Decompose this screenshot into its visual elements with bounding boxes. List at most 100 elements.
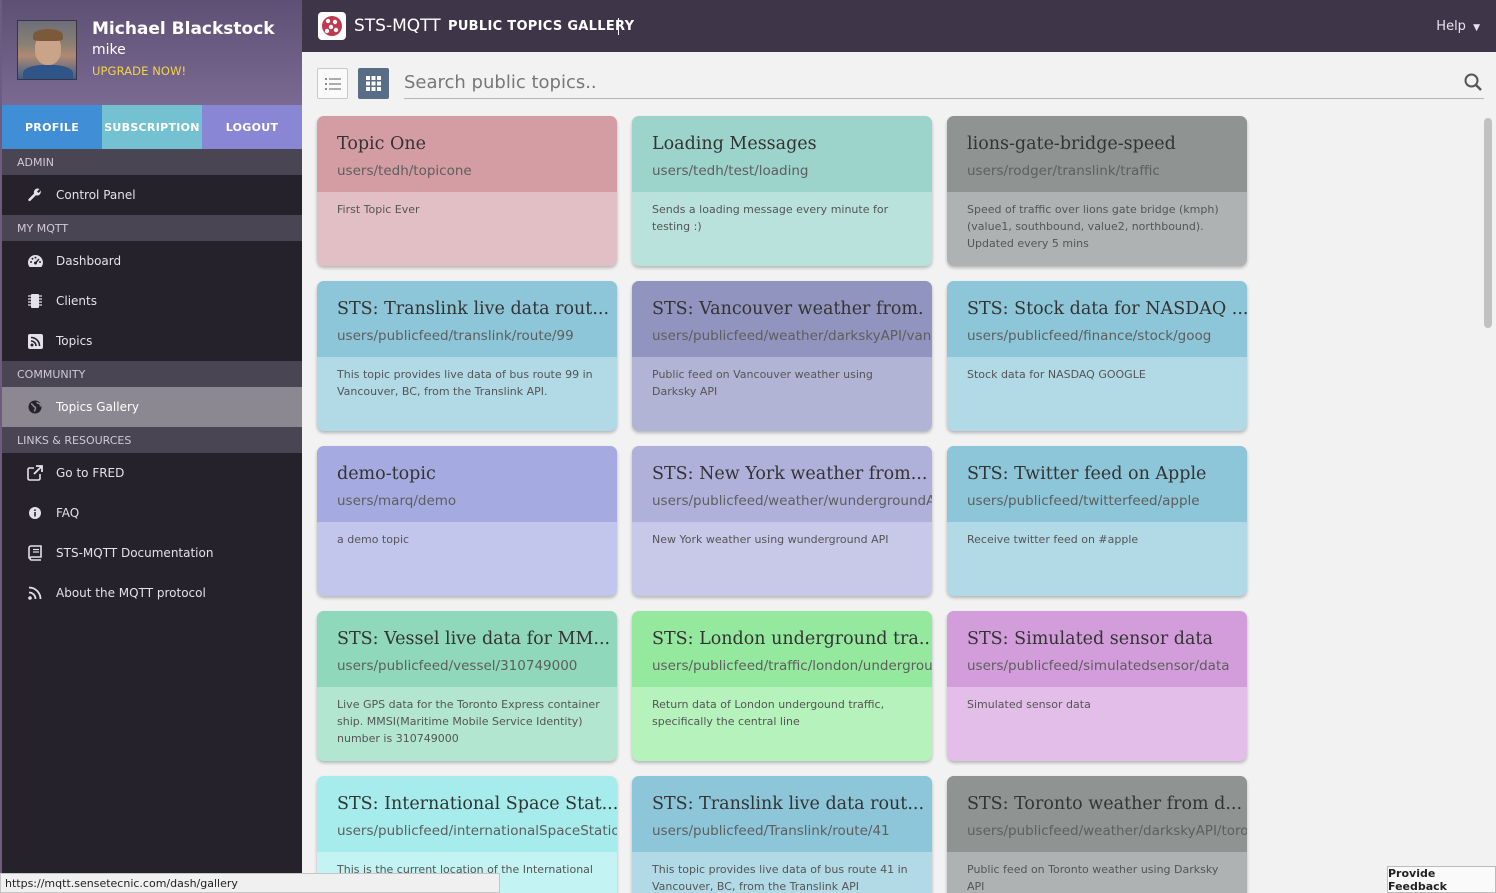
- search-input[interactable]: [404, 66, 1444, 98]
- topic-title: STS: Simulated sensor data: [967, 629, 1213, 649]
- topic-title: STS: Stock data for NASDAQ ...: [967, 299, 1247, 319]
- sidebar-item-label: Control Panel: [56, 188, 136, 202]
- page-title: PUBLIC TOPICS GALLERY: [448, 19, 635, 34]
- user-login: mike: [92, 42, 126, 58]
- topic-card-header: Loading Messages users/tedh/test/loading: [632, 116, 932, 192]
- chip-icon: [26, 292, 44, 310]
- list-view-button[interactable]: [317, 68, 348, 99]
- info-icon: [26, 504, 44, 522]
- provide-feedback-button[interactable]: Provide Feedback: [1387, 866, 1496, 893]
- topic-card[interactable]: STS: Translink live data rout... users/pu…: [317, 281, 617, 431]
- logout-button[interactable]: LOGOUT: [202, 105, 302, 149]
- topic-path: users/publicfeed/weather/darkskyAPI/vanc…: [652, 328, 932, 344]
- topic-description: This topic provides live data of bus rou…: [337, 368, 593, 398]
- sidebar-item-faq[interactable]: FAQ: [2, 493, 302, 533]
- user-name: Michael Blackstock: [92, 19, 275, 39]
- topic-title: demo-topic: [337, 464, 436, 484]
- sidebar-item-dashboard[interactable]: Dashboard: [2, 241, 302, 281]
- topic-card-header: STS: Vancouver weather from. users/public…: [632, 281, 932, 357]
- topic-card-header: Topic One users/tedh/topicone: [317, 116, 617, 192]
- wrench-icon: [26, 186, 44, 204]
- scrollbar-thumb[interactable]: [1484, 118, 1492, 328]
- sidebar-item-label: Clients: [56, 294, 97, 308]
- topic-card-header: STS: New York weather from... users/publi…: [632, 446, 932, 522]
- sidebar-item-label: STS-MQTT Documentation: [56, 546, 214, 560]
- topic-card[interactable]: STS: Translink live data rout... users/pu…: [632, 776, 932, 893]
- topic-path: users/rodger/translink/traffic: [967, 163, 1160, 179]
- status-bar-url: https://mqtt.sensetecnic.com/dash/galler…: [0, 873, 500, 893]
- user-panel: Michael Blackstock mike UPGRADE NOW!: [2, 0, 302, 105]
- search-icon[interactable]: [1464, 73, 1482, 95]
- topic-path: users/marq/demo: [337, 493, 457, 509]
- topic-card-header: lions-gate-bridge-speed users/rodger/tran…: [947, 116, 1247, 192]
- profile-button[interactable]: PROFILE: [2, 105, 102, 149]
- sidebar: Michael Blackstock mike UPGRADE NOW! PRO…: [0, 0, 302, 893]
- sidebar-item-documentation[interactable]: STS-MQTT Documentation: [2, 533, 302, 573]
- topic-card[interactable]: demo-topic users/marq/demo a demo topic: [317, 446, 617, 596]
- topic-title: lions-gate-bridge-speed: [967, 134, 1176, 154]
- topic-title: STS: London underground tra..: [652, 629, 930, 649]
- topic-card-header: STS: Translink live data rout... users/pu…: [632, 776, 932, 852]
- topic-path: users/publicfeed/twitterfeed/apple: [967, 493, 1200, 509]
- avatar[interactable]: [17, 20, 77, 80]
- help-menu[interactable]: Help ▼: [1436, 19, 1480, 34]
- topic-card[interactable]: Loading Messages users/tedh/test/loading S…: [632, 116, 932, 266]
- topic-title: STS: Vancouver weather from.: [652, 299, 924, 319]
- upgrade-link[interactable]: UPGRADE NOW!: [92, 64, 186, 78]
- rss-square-icon: [26, 332, 44, 350]
- search-bar: [404, 66, 1484, 99]
- list-icon: [324, 77, 341, 90]
- sidebar-item-label: FAQ: [56, 506, 80, 520]
- topic-description: Public feed on Vancouver weather using D…: [652, 368, 873, 398]
- topic-title: Loading Messages: [652, 134, 817, 154]
- topic-title: STS: Translink live data rout...: [652, 794, 925, 814]
- section-my-mqtt: MY MQTT: [2, 215, 302, 241]
- topic-card[interactable]: STS: Simulated sensor data users/publicfe…: [947, 611, 1247, 761]
- topic-card[interactable]: STS: Twitter feed on Apple users/publicfe…: [947, 446, 1247, 596]
- section-admin: ADMIN: [2, 149, 302, 175]
- sts-logo-icon[interactable]: [318, 12, 346, 40]
- topic-card[interactable]: STS: New York weather from... users/publi…: [632, 446, 932, 596]
- sidebar-item-label: About the MQTT protocol: [56, 586, 206, 600]
- book-icon: [26, 544, 44, 562]
- topic-card[interactable]: Topic One users/tedh/topicone First Topic …: [317, 116, 617, 266]
- topic-description: Sends a loading message every minute for…: [652, 203, 889, 233]
- user-buttons: PROFILE SUBSCRIPTION LOGOUT: [2, 105, 302, 149]
- topic-title: STS: International Space Stat...: [337, 794, 617, 814]
- topic-card[interactable]: STS: Stock data for NASDAQ ... users/publ…: [947, 281, 1247, 431]
- topic-description: Stock data for NASDAQ GOOGLE: [967, 368, 1146, 381]
- topic-card[interactable]: lions-gate-bridge-speed users/rodger/tran…: [947, 116, 1247, 266]
- topic-card-header: STS: International Space Stat... users/pu…: [317, 776, 617, 852]
- topic-description: a demo topic: [337, 533, 410, 546]
- app-name[interactable]: STS-MQTT: [354, 16, 441, 36]
- gallery-toolbar: [302, 52, 1496, 110]
- sidebar-item-about-mqtt[interactable]: About the MQTT protocol: [2, 573, 302, 613]
- topic-card-header: STS: Stock data for NASDAQ ... users/publ…: [947, 281, 1247, 357]
- topic-card-header: STS: London underground tra.. users/publi…: [632, 611, 932, 687]
- rss-icon: [26, 584, 44, 602]
- topic-card[interactable]: STS: Vancouver weather from. users/public…: [632, 281, 932, 431]
- sidebar-item-control-panel[interactable]: Control Panel: [2, 175, 302, 215]
- external-link-icon: [26, 464, 44, 482]
- topic-path: users/publicfeed/translink/route/99: [337, 328, 574, 344]
- topic-card[interactable]: STS: Vessel live data for MM... users/pub…: [317, 611, 617, 761]
- sidebar-item-clients[interactable]: Clients: [2, 281, 302, 321]
- caret-down-icon: ▼: [1473, 23, 1480, 33]
- sidebar-item-go-to-fred[interactable]: Go to FRED: [2, 453, 302, 493]
- section-links-resources: LINKS & RESOURCES: [2, 427, 302, 453]
- topic-description: First Topic Ever: [337, 203, 420, 216]
- topic-description: Return data of London undergound traffic…: [652, 698, 885, 728]
- sidebar-item-topics[interactable]: Topics: [2, 321, 302, 361]
- globe-icon: [26, 398, 44, 416]
- top-bar: STS-MQTT PUBLIC TOPICS GALLERY Help ▼: [302, 0, 1496, 52]
- sidebar-item-label: Topics: [56, 334, 93, 348]
- topic-path: users/publicfeed/internationalSpaceStati…: [337, 823, 617, 839]
- sidebar-item-topics-gallery[interactable]: Topics Gallery: [2, 387, 302, 427]
- topic-title: STS: Translink live data rout...: [337, 299, 610, 319]
- topic-card-header: STS: Vessel live data for MM... users/pub…: [317, 611, 617, 687]
- topic-card[interactable]: STS: London underground tra.. users/publi…: [632, 611, 932, 761]
- grid-view-button[interactable]: [358, 68, 389, 99]
- topic-card-header: STS: Translink live data rout... users/pu…: [317, 281, 617, 357]
- topic-card[interactable]: STS: Toronto weather from d... users/publ…: [947, 776, 1247, 893]
- subscription-button[interactable]: SUBSCRIPTION: [102, 105, 202, 149]
